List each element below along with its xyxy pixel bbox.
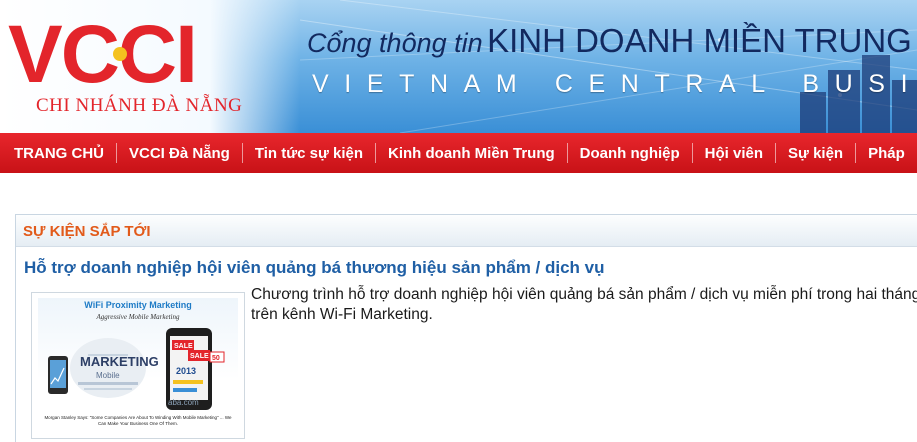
header-banner: VCCI CHI NHÁNH ĐÀ NẴNG Cổng thông tin KI… — [0, 0, 917, 133]
thumbnail-watermark: aba.com — [168, 398, 199, 407]
nav-item-legal[interactable]: Pháp — [868, 145, 905, 162]
nav-divider — [241, 143, 243, 163]
nav-divider — [691, 143, 693, 163]
thumbnail-image: WiFi Proximity Marketing Aggressive Mobi… — [38, 298, 238, 434]
logo-star-mark — [113, 47, 127, 61]
article-thumbnail[interactable]: WiFi Proximity Marketing Aggressive Mobi… — [31, 292, 245, 439]
branch-name: CHI NHÁNH ĐÀ NẴNG — [36, 95, 243, 116]
logo-letters: VCCI — [8, 14, 196, 94]
portal-title: Cổng thông tin KINH DOANH MIỀN TRUNG — [307, 22, 912, 60]
section-heading: SỰ KIỆN SẮP TỚI — [23, 223, 151, 240]
nav-item-members[interactable]: Hội viên — [705, 145, 763, 162]
upcoming-events-panel: SỰ KIỆN SẮP TỚI Hỗ trợ doanh nghiệp hội … — [15, 214, 917, 442]
nav-divider — [375, 143, 377, 163]
portal-title-main: KINH DOANH MIỀN TRUNG — [487, 22, 912, 59]
svg-text:2013: 2013 — [176, 366, 196, 376]
word-cloud: MARKETING Mobile — [70, 338, 159, 398]
portal-subtitle: VIETNAM CENTRAL BUSINESS — [312, 70, 917, 98]
portal-title-prefix: Cổng thông tin — [307, 28, 483, 58]
thumbnail-graphic: MARKETING Mobile SALE SALE 50 2013 — [48, 328, 225, 410]
nav-item-enterprises[interactable]: Doanh nghiệp — [580, 145, 680, 162]
nav-item-vcci-danang[interactable]: VCCI Đà Nẵng — [129, 145, 230, 162]
svg-text:50: 50 — [212, 355, 220, 362]
nav-divider — [566, 143, 568, 163]
nav-item-home[interactable]: TRANG CHỦ — [0, 145, 104, 162]
article-title-link[interactable]: Hỗ trợ doanh nghiệp hội viên quảng bá th… — [24, 258, 605, 278]
svg-text:SALE: SALE — [190, 353, 209, 360]
nav-item-events[interactable]: Sự kiện — [788, 145, 843, 162]
nav-divider — [775, 143, 777, 163]
panel-header: SỰ KIỆN SẮP TỚI — [16, 215, 917, 247]
logo-area[interactable]: VCCI CHI NHÁNH ĐÀ NẴNG — [0, 0, 300, 133]
cloud-word: Mobile — [96, 371, 120, 380]
nav-divider — [116, 143, 117, 163]
nav-item-news-events[interactable]: Tin tức sự kiện — [255, 145, 363, 162]
article-summary: Chương trình hỗ trợ doanh nghiệp hội viê… — [251, 286, 917, 323]
main-nav: TRANG CHỦ VCCI Đà Nẵng Tin tức sự kiện K… — [0, 133, 917, 173]
nav-item-central-business[interactable]: Kinh doanh Miền Trung — [388, 145, 555, 162]
thumbnail-quote: Morgan Stanley Says: "Some Companies Are… — [44, 415, 232, 426]
nav-divider — [855, 143, 857, 163]
vcci-logo: VCCI — [8, 14, 198, 94]
phone-left-icon — [48, 356, 68, 394]
svg-text:SALE: SALE — [174, 343, 193, 350]
cloud-word: MARKETING — [80, 354, 159, 369]
